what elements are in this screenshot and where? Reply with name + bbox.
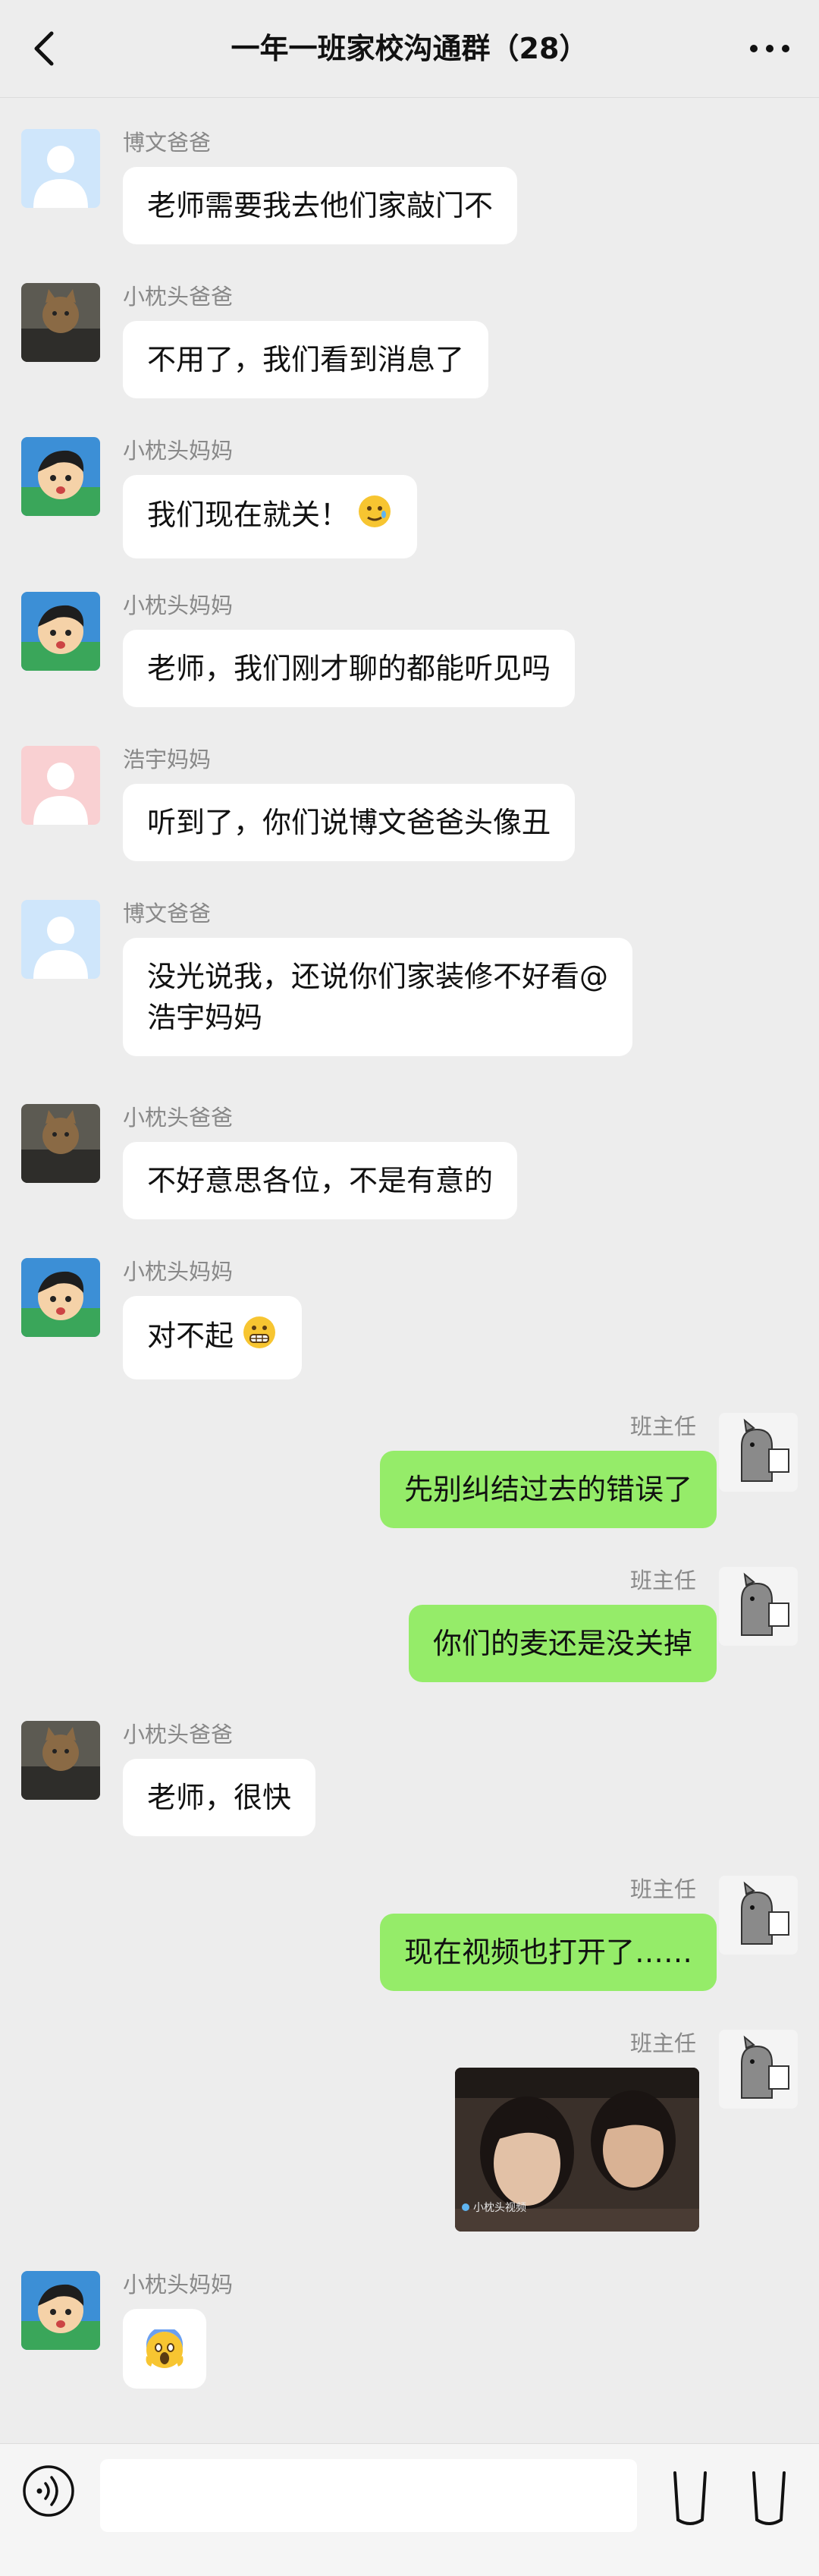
message-bubble[interactable]: 我们现在就关！ (123, 475, 418, 558)
cat-avatar[interactable] (21, 283, 100, 362)
chat-header: 一年一班家校沟通群（28） (0, 0, 819, 98)
message-text: 老师，我们刚才聊的都能听见吗 (147, 652, 551, 685)
chevron-left-icon (34, 31, 54, 66)
sender-name: 班主任 (629, 1876, 696, 1902)
video-thumbnail[interactable]: 小枕头视频 (455, 2068, 699, 2232)
cartoon-boy-avatar[interactable] (21, 592, 100, 671)
cat-avatar[interactable] (21, 1104, 100, 1183)
cartoon-boy-avatar[interactable] (21, 1258, 100, 1337)
voice-button[interactable] (21, 2464, 76, 2518)
grimace-emoji (241, 1314, 278, 1361)
message-text: 对不起 (147, 1319, 234, 1353)
more-dots-icon (750, 45, 789, 52)
cartoon-boy-avatar[interactable] (21, 437, 100, 516)
sender-name: 小枕头妈妈 (123, 438, 234, 464)
voice-icon (23, 2465, 74, 2517)
message-text: 你们的麦还是没关掉 (432, 1627, 692, 1660)
sender-name: 小枕头妈妈 (123, 2272, 234, 2298)
sender-name: 小枕头爸爸 (123, 1722, 234, 1747)
doodle-animal-avatar[interactable] (719, 1413, 798, 1492)
message-text-line: 浩宇妈妈 (147, 1001, 263, 1034)
input-bar (0, 2443, 819, 2576)
default-avatar-blue[interactable] (21, 129, 100, 208)
message-bubble[interactable]: 先别纠结过去的错误了 (379, 1451, 717, 1528)
plus-button[interactable] (746, 2459, 792, 2532)
sender-name: 小枕头妈妈 (123, 593, 234, 618)
sender-name: 班主任 (629, 1568, 696, 1593)
message-text: 听到了，你们说博文爸爸头像丑 (147, 806, 551, 839)
message-text: 我们现在就关！ (147, 498, 350, 532)
message-bubble[interactable]: 听到了，你们说博文爸爸头像丑 (123, 784, 576, 861)
message-bubble[interactable]: 不好意思各位，不是有意的 (123, 1142, 518, 1219)
message-list[interactable]: 博文爸爸 老师需要我去他们家敲门不 小枕头爸爸 不用了，我们看到消息了 小枕头妈… (0, 99, 819, 2436)
message-text: 老师需要我去他们家敲门不 (147, 189, 494, 222)
video-caption: 小枕头视频 (473, 2202, 526, 2214)
chat-title: 一年一班家校沟通群（28） (231, 32, 588, 65)
sender-name: 博文爸爸 (123, 130, 212, 156)
screaming-fear-emoji (144, 2326, 185, 2368)
message-text: 现在视频也打开了…… (403, 1936, 692, 1969)
teary-smile-emoji (356, 493, 393, 540)
cat-avatar[interactable] (21, 1721, 100, 1800)
message-text: 不用了，我们看到消息了 (147, 343, 465, 376)
more-button[interactable] (743, 26, 796, 71)
message-bubble[interactable]: 不用了，我们看到消息了 (123, 321, 489, 398)
sender-name: 小枕头爸爸 (123, 284, 234, 310)
sender-name: 小枕头妈妈 (123, 1259, 234, 1285)
message-bubble[interactable]: 老师需要我去他们家敲门不 (123, 167, 518, 244)
sender-name: 浩宇妈妈 (123, 747, 212, 772)
message-bubble[interactable]: 没光说我，还说你们家装修不好看@ 浩宇妈妈 (123, 938, 633, 1056)
message-text: 老师，很快 (147, 1781, 292, 1814)
plus-icon (752, 2471, 786, 2525)
sender-name: 小枕头爸爸 (123, 1105, 234, 1131)
message-text: 先别纠结过去的错误了 (403, 1473, 692, 1506)
emoji-icon (673, 2471, 707, 2525)
sender-name: 班主任 (629, 1414, 696, 1439)
default-avatar-pink[interactable] (21, 746, 100, 825)
message-bubble[interactable]: 现在视频也打开了…… (379, 1914, 717, 1991)
message-input[interactable] (100, 2459, 637, 2532)
back-button[interactable] (23, 26, 68, 71)
message-bubble[interactable]: 你们的麦还是没关掉 (408, 1605, 717, 1682)
doodle-animal-avatar[interactable] (719, 2030, 798, 2109)
sender-name: 博文爸爸 (123, 901, 212, 926)
message-text-line: 没光说我，还说你们家装修不好看@ (147, 960, 609, 993)
default-avatar-blue[interactable] (21, 900, 100, 979)
message-bubble[interactable]: 老师，很快 (123, 1759, 316, 1836)
message-bubble[interactable]: 对不起 (123, 1296, 303, 1379)
emoji-button[interactable] (667, 2459, 713, 2532)
doodle-animal-avatar[interactable] (719, 1567, 798, 1646)
sender-name: 班主任 (629, 2030, 696, 2056)
message-bubble[interactable] (123, 2309, 206, 2389)
cartoon-boy-avatar[interactable] (21, 2271, 100, 2350)
message-text: 不好意思各位，不是有意的 (147, 1164, 494, 1197)
doodle-animal-avatar[interactable] (719, 1876, 798, 1955)
message-bubble[interactable]: 老师，我们刚才聊的都能听见吗 (123, 630, 576, 707)
